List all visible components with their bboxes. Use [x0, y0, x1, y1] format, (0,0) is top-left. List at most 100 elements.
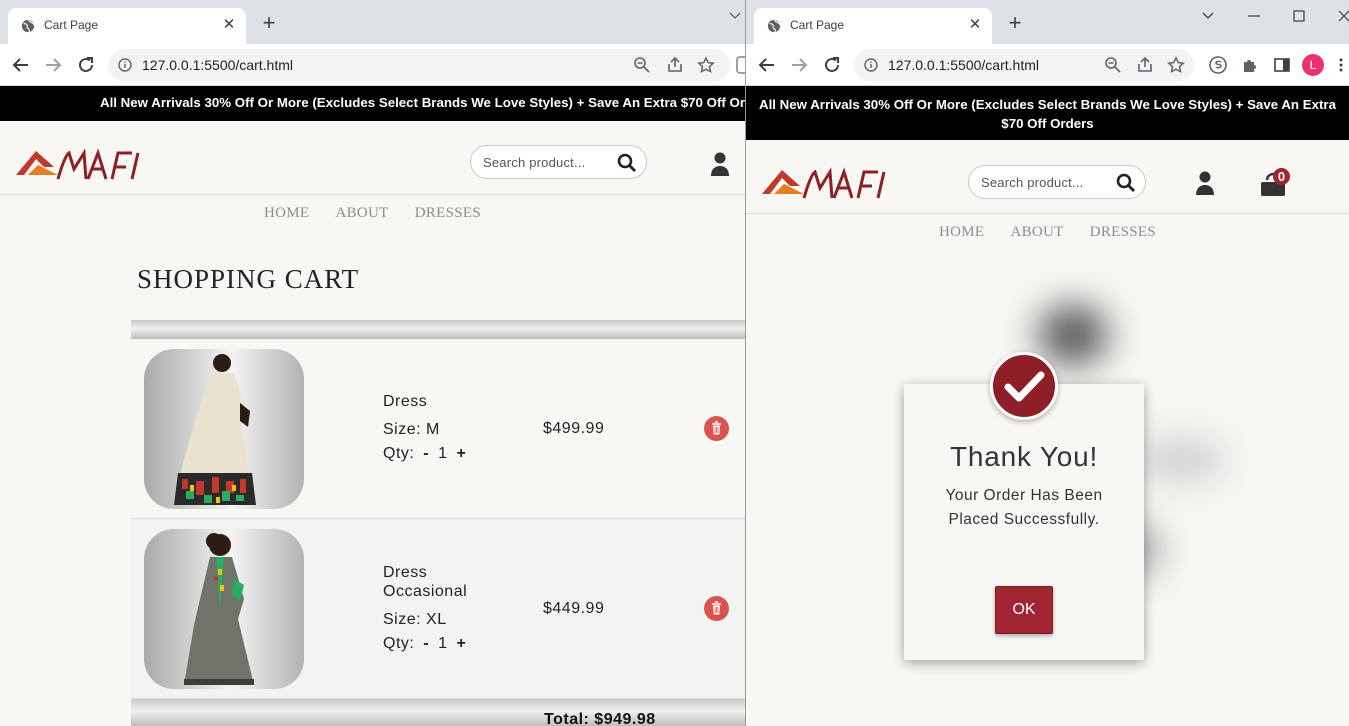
puzzle-icon[interactable]: [1240, 55, 1260, 75]
product-size: Size: M: [383, 421, 440, 438]
remove-item-button[interactable]: [704, 416, 729, 441]
nav-dresses[interactable]: DRESSES: [415, 205, 481, 221]
product-image[interactable]: [144, 349, 304, 509]
cart-row: Dress Size: M Qty: - 1 + $499.99: [131, 339, 745, 519]
product-name: Dress: [383, 393, 428, 410]
nav-home[interactable]: HOME: [939, 224, 984, 240]
address-bar[interactable]: 127.0.0.1:5500/cart.html: [854, 49, 1194, 81]
dress-figure-image: [184, 533, 254, 685]
order-success-modal: Thank You! Your Order Has Been Placed Su…: [904, 352, 1144, 660]
browser-toolbar: 127.0.0.1:5500/cart.html: [0, 44, 745, 86]
search-placeholder: Search product...: [981, 175, 1084, 190]
mafi-logo[interactable]: [14, 145, 148, 183]
promo-banner: All New Arrivals 30% Off Or More (Exclud…: [746, 86, 1349, 140]
site-header: Search product... 0: [746, 140, 1349, 214]
close-icon[interactable]: ✕: [966, 16, 984, 34]
tab-title: Cart Page: [790, 18, 845, 32]
qty-value: 1: [438, 635, 448, 652]
cart-button[interactable]: 0: [1260, 168, 1294, 196]
skype-extension-icon[interactable]: [1208, 55, 1228, 75]
success-badge: [990, 352, 1058, 420]
reload-icon[interactable]: [819, 52, 845, 78]
search-input[interactable]: Search product...: [470, 145, 647, 179]
tab-title: Cart Page: [44, 18, 99, 32]
ok-button[interactable]: OK: [995, 586, 1053, 634]
remove-item-button[interactable]: [704, 596, 729, 621]
url-text: 127.0.0.1:5500/cart.html: [888, 57, 1039, 73]
modal-message: Your Order Has Been Placed Successfully.: [945, 487, 1103, 528]
forward-icon[interactable]: [40, 52, 66, 78]
new-tab-plus-icon[interactable]: +: [257, 11, 281, 35]
globe-icon: [21, 19, 35, 33]
tab-strip: Cart Page ✕ +: [746, 0, 1349, 44]
qty-plus-button[interactable]: +: [456, 445, 466, 462]
browser-tab[interactable]: Cart Page ✕: [8, 8, 246, 44]
left-browser-window: Cart Page ✕ + 127.0.0.1:5500/cart.html A…: [0, 0, 745, 726]
forward-icon[interactable]: [786, 52, 812, 78]
new-tab-plus-icon[interactable]: +: [1003, 11, 1027, 35]
product-name: Dress Occasional: [383, 564, 468, 600]
qty-minus-button[interactable]: -: [423, 635, 429, 652]
search-icon[interactable]: [1116, 173, 1136, 193]
share-icon[interactable]: [666, 56, 684, 74]
close-icon[interactable]: ✕: [220, 16, 238, 34]
star-icon[interactable]: [1167, 56, 1185, 74]
zoom-icon[interactable]: [1104, 56, 1122, 74]
qty-plus-button[interactable]: +: [456, 635, 466, 652]
zoom-icon[interactable]: [633, 56, 651, 74]
share-icon[interactable]: [1136, 56, 1154, 74]
search-icon[interactable]: [617, 153, 637, 173]
browser-toolbar: 127.0.0.1:5500/cart.html L: [746, 44, 1349, 86]
cart-total: Total: $949.98: [544, 711, 656, 726]
trash-icon: [712, 601, 721, 615]
back-icon[interactable]: [754, 52, 780, 78]
back-icon[interactable]: [8, 52, 34, 78]
address-bar[interactable]: 127.0.0.1:5500/cart.html: [108, 49, 730, 81]
product-price: $449.99: [543, 600, 605, 617]
chevron-down-icon[interactable]: [729, 10, 741, 22]
site-header: Search product...: [0, 121, 745, 195]
cart-row: Dress Occasional Size: XL Qty: - 1 + $44…: [131, 519, 745, 699]
window-close-icon[interactable]: [1334, 6, 1349, 26]
reload-icon[interactable]: [73, 52, 99, 78]
main-nav: HOME ABOUT DRESSES: [0, 205, 745, 222]
search-input[interactable]: Search product...: [968, 165, 1146, 199]
nav-dresses[interactable]: DRESSES: [1090, 224, 1156, 240]
trash-icon: [712, 421, 721, 435]
right-browser-window: Cart Page ✕ + 127.0.0.1:5500/cart.html L…: [745, 0, 1349, 726]
promo-banner: All New Arrivals 30% Off Or More (Exclud…: [0, 86, 745, 121]
qty-minus-button[interactable]: -: [423, 445, 429, 462]
qty-label: Qty:: [383, 635, 415, 652]
info-icon[interactable]: [118, 58, 132, 72]
maximize-icon[interactable]: [1289, 6, 1309, 26]
user-icon[interactable]: [1195, 171, 1215, 195]
extension-icon[interactable]: [736, 56, 745, 74]
user-icon[interactable]: [710, 152, 730, 176]
mafi-logo[interactable]: [760, 164, 894, 202]
globe-icon: [767, 19, 781, 33]
chevron-down-icon[interactable]: [1198, 6, 1218, 26]
nav-home[interactable]: HOME: [264, 205, 309, 221]
product-image[interactable]: [144, 529, 304, 689]
modal-title: Thank You!: [949, 441, 1099, 472]
product-qty: Qty: - 1 +: [383, 635, 470, 653]
nav-about[interactable]: ABOUT: [1010, 224, 1063, 240]
more-menu-icon[interactable]: [1334, 57, 1348, 73]
qty-value: 1: [438, 445, 448, 462]
nav-about[interactable]: ABOUT: [335, 205, 388, 221]
info-icon[interactable]: [864, 58, 878, 72]
star-icon[interactable]: [697, 56, 715, 74]
browser-tab[interactable]: Cart Page ✕: [754, 8, 992, 44]
dress-figure-image: [174, 354, 256, 505]
minimize-icon[interactable]: [1244, 6, 1264, 26]
qty-label: Qty:: [383, 445, 415, 462]
checkmark-icon: [1004, 371, 1045, 402]
side-panel-icon[interactable]: [1272, 55, 1292, 75]
table-header-band: [131, 320, 745, 339]
page-title: SHOPPING CART: [137, 264, 360, 294]
url-text: 127.0.0.1:5500/cart.html: [142, 57, 293, 73]
tab-strip: Cart Page ✕ +: [0, 0, 745, 44]
blurred-background: [1136, 440, 1226, 480]
profile-avatar[interactable]: L: [1302, 54, 1324, 76]
search-placeholder: Search product...: [483, 155, 586, 170]
